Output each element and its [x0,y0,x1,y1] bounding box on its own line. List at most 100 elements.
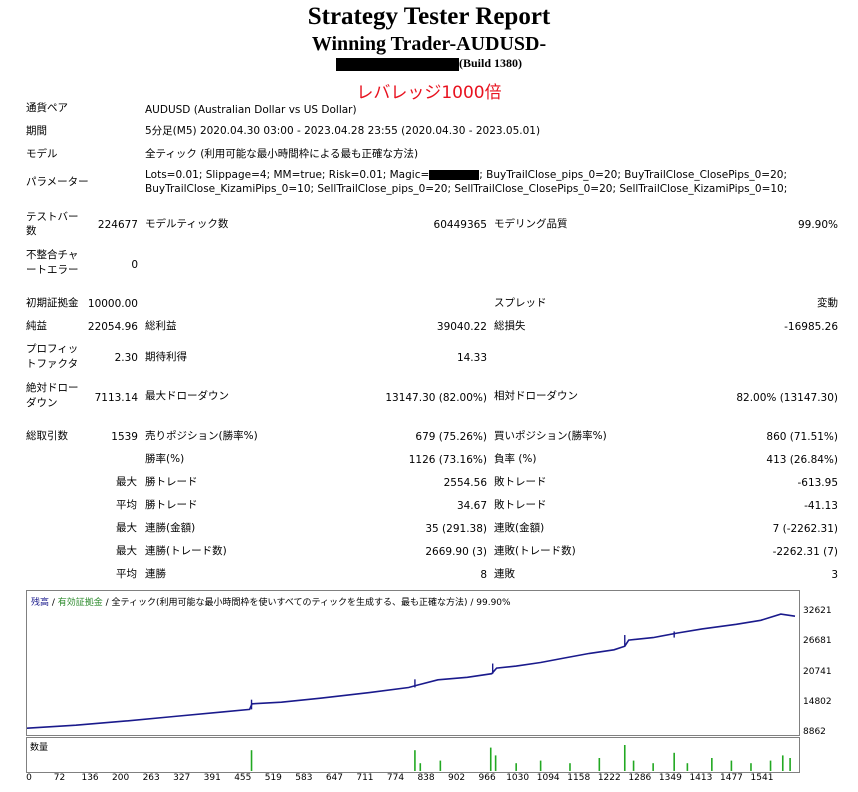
x-tick-label: 966 [478,773,496,783]
x-tick-label: 1541 [750,773,774,783]
spread-label: スプレッド [494,297,547,309]
gross-loss-value: -16985.26 [784,321,838,333]
period-value: 5分足(M5) 2020.04.30 03:00 - 2023.04.28 23… [145,125,541,137]
cons-win-count-value: 2669.90 (3) [425,546,487,558]
quality-label: モデリング品質 [494,218,568,230]
volume-bar [781,755,784,771]
volume-chart: 数量 [26,737,800,773]
volume-bar [711,758,713,771]
max-dd-value: 13147.30 (82.00%) [385,392,487,404]
avg-loss-label: 敗トレード [494,499,547,511]
long-label: 買いポジション(勝率%) [494,430,607,442]
cons-loss-count-label: 連敗(トレード数) [494,545,576,557]
long-value: 860 (71.51%) [766,431,838,443]
volume-bar [569,763,571,771]
params-line2: BuyTrailClose_KizamiPips_0=10; SellTrail… [145,183,788,195]
pf-value: 2.30 [114,352,138,364]
params-line1: Lots=0.01; Slippage=4; MM=true; Risk=0.0… [145,169,787,181]
pair-label: 通貨ペア [26,102,68,114]
loss-rate-label: 負率 (%) [494,453,537,465]
ticks-value: 60449365 [433,219,487,231]
x-tick-label: 647 [325,773,343,783]
volume-bar [515,763,517,771]
x-tick-label: 0 [26,773,32,783]
short-value: 679 (75.26%) [415,431,487,443]
avg-label-1: 平均 [116,499,137,511]
spread-value: 変動 [817,297,838,309]
x-tick-label: 1286 [628,773,652,783]
rel-dd-label: 相対ドローダウン [494,390,578,402]
x-tick-label: 1222 [597,773,621,783]
gross-profit-label: 総利益 [145,320,177,332]
volume-bar [750,763,752,771]
y-tick-label: 32621 [803,606,832,617]
volume-bar [789,758,791,771]
x-tick-label: 136 [81,773,99,783]
abs-dd-value: 7113.14 [94,392,138,404]
abs-dd-label-2: ダウン [26,397,58,409]
avg-cons-loss-value: 3 [831,569,838,581]
volume-bar [652,763,654,771]
volume-bar [539,760,542,771]
x-tick-label: 1413 [689,773,713,783]
x-tick-label: 774 [386,773,405,783]
max-loss-value: -613.95 [797,477,838,489]
y-tick-label: 8862 [803,727,826,737]
expected-value: 14.33 [456,352,487,364]
balance-line [27,613,796,729]
y-tick-label: 14802 [803,696,832,707]
gross-profit-value: 39040.22 [436,321,487,333]
volume-bar [730,760,733,771]
volume-bar [250,750,253,771]
cons-loss-count-value: -2262.31 (7) [772,546,838,558]
expected-label: 期待利得 [145,351,187,363]
x-tick-label: 391 [203,773,221,783]
loss-rate-value: 413 (26.84%) [766,454,838,466]
avg-win-label: 勝トレード [145,499,198,511]
volume-bar [686,763,689,771]
redacted-magic [429,170,480,180]
avg-loss-value: -41.13 [804,500,838,512]
x-tick-label: 327 [173,773,191,783]
balance-chart: 残高 / 有効証拠金 / 全ティック(利用可能な最小時間枠を使いすべてのティック… [26,590,800,736]
x-tick-label: 1477 [720,773,743,783]
gross-loss-label: 総損失 [494,320,526,332]
x-tick-label: 711 [356,773,374,783]
avg-cons-win-value: 8 [480,569,487,581]
volume-bar [632,760,635,771]
volume-bar [623,745,626,771]
avg-label-2: 平均 [116,568,137,580]
max-dd-label: 最大ドローダウン [145,390,229,402]
x-tick-label: 519 [264,773,282,783]
net-label: 純益 [26,320,47,332]
total-value: 1539 [111,431,138,443]
mismatch-value: 0 [131,259,138,271]
balance-plot [27,613,796,729]
avg-cons-loss-label: 連敗 [494,568,515,580]
redacted-server [335,57,459,71]
max-label-3: 最大 [116,545,137,557]
quality-value: 99.90% [797,219,838,231]
y-tick-label: 26681 [803,636,832,647]
cons-win-money-label: 連勝(金額) [145,522,196,534]
volume-bar [673,752,675,771]
x-tick-label: 1349 [658,773,682,783]
max-loss-label: 敗トレード [494,476,547,488]
x-tick-label: 902 [447,773,466,783]
bars-value: 224677 [97,219,138,231]
max-label-1: 最大 [116,476,137,488]
model-label: モデル [26,148,58,160]
y-tick-label: 20741 [803,666,832,677]
avg-cons-win-label: 連勝 [145,568,166,580]
x-tick-label: 455 [234,773,252,783]
x-tick-label: 1158 [567,773,591,783]
volume-plot [250,745,791,771]
volume-bar [419,763,422,771]
x-tick-label: 72 [53,773,66,783]
volume-bar [439,760,442,771]
params-label: パラメーター [26,176,89,188]
model-value: 全ティック (利用可能な最小時間枠による最も正確な方法) [145,148,419,160]
max-win-label: 勝トレード [145,476,198,488]
avg-win-value: 34.67 [456,500,487,512]
period-label: 期間 [26,125,47,137]
